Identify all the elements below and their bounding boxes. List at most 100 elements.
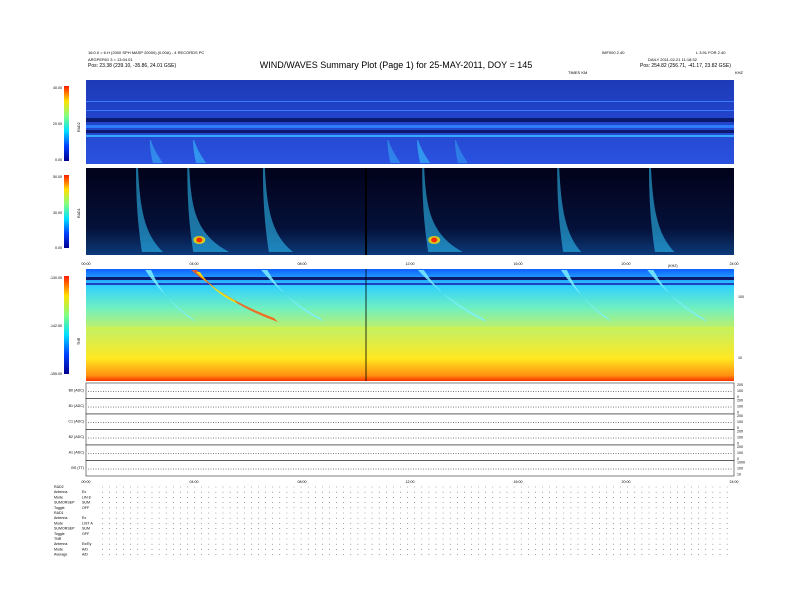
hk-tick-5-2: 10 xyxy=(737,472,741,476)
footer-key-7: Mode xyxy=(54,521,63,525)
tnr-colorbar-tick-top: -130.00 xyxy=(50,276,62,280)
footer-val-13: A/D xyxy=(82,553,88,557)
tnr-band-2 xyxy=(86,283,734,285)
hk-label-4: A1 (ADC) xyxy=(69,451,84,455)
footer-key-0: RAD2 xyxy=(54,485,64,489)
rad2-band-5 xyxy=(86,101,734,102)
hk-xtick-4: 16:00 xyxy=(514,480,523,484)
tnr-background xyxy=(86,269,734,381)
tnr-right-tick-100: 100 xyxy=(738,295,744,299)
footer-key-10: TNR xyxy=(54,537,62,541)
rad1-ylabel: RAD1 xyxy=(77,208,81,218)
hk-tick-4-1: 100 xyxy=(737,451,743,455)
hk-xtick-5: 20:00 xyxy=(622,480,631,484)
hk-xtick-3: 12:00 xyxy=(406,480,415,484)
rad1-panel xyxy=(86,168,734,255)
footer-key-5: RAD1 xyxy=(54,511,64,515)
tnr-colorbar-tick-bottom: -155.00 xyxy=(50,372,62,376)
footer-key-1: Antenna xyxy=(54,490,67,494)
hk-panel-5 xyxy=(85,460,735,477)
tnr-colorbar-tick-mid: -142.50 xyxy=(50,324,62,328)
hk-tick-1-1: 100 xyxy=(737,404,743,408)
tnr-mid-label: (KHZ) xyxy=(668,264,678,268)
footer-val-9: OFF xyxy=(82,532,90,536)
hk-panel-3 xyxy=(85,429,735,446)
hk-tick-3-1: 100 xyxy=(737,435,743,439)
hk-tick-1-0: 200 xyxy=(737,399,743,403)
rad2-band-2 xyxy=(86,125,734,128)
footer-key-11: Antenna xyxy=(54,542,67,546)
housekeeping-panels: B0 (ADC)2001000B1 (ADC)2001000C1 (ADC)20… xyxy=(68,382,745,477)
hk-tick-0-0: 200 xyxy=(737,383,743,387)
rad1-burst-peak-1 xyxy=(196,237,203,243)
rad1-colorbar-tick-top: 50.00 xyxy=(53,175,62,179)
footer-val-2: LIN 8 xyxy=(82,495,91,499)
rad1-xtick-5: 20:00 xyxy=(622,262,631,266)
footer-val-6: Ex xyxy=(82,516,86,520)
summary-plot: 40.00 20.00 0.00 50.00 30.00 0.00 -130.0… xyxy=(50,80,745,557)
hk-tick-5-1: 100 xyxy=(737,466,743,470)
rad1-background xyxy=(86,168,734,255)
rad2-ylabel: RAD2 xyxy=(77,122,81,132)
hk-xtick-1: 04:00 xyxy=(190,480,199,484)
rad2-band-1 xyxy=(86,118,734,122)
rad1-burst-peak-3 xyxy=(431,237,438,243)
rad1-colorbar xyxy=(64,175,69,248)
rad1-xtick-6: 24:00 xyxy=(730,262,739,266)
footer-key-3: SUMORSEP xyxy=(54,501,75,505)
rad1-xtick-0: 00:00 xyxy=(82,262,91,266)
footer-val-1: Ex xyxy=(82,490,86,494)
rad2-band-4 xyxy=(86,135,734,137)
footer-val-7: LIST A xyxy=(82,521,93,525)
footer-val-11: Ex/Ey xyxy=(82,542,92,546)
housekeeping-xaxis: 00:00 04:00 08:00 12:00 16:00 20:00 24:00 xyxy=(82,480,739,484)
tnr-colorbar xyxy=(64,276,69,374)
parameter-table: RAD2Antenna ExMode LIN 8SUMORSEP SUMToggle O… xyxy=(54,485,730,557)
tnr-band-3 xyxy=(86,327,734,330)
rad1-xtick-4: 16:00 xyxy=(514,262,523,266)
rad2-colorbar-tick-mid: 20.00 xyxy=(53,122,62,126)
hk-xtick-0: 00:00 xyxy=(82,480,91,484)
tnr-panel xyxy=(86,269,734,381)
tnr-ylabel: TNR xyxy=(77,337,81,345)
hk-panel-2 xyxy=(85,413,735,430)
hk-tick-2-1: 100 xyxy=(737,420,743,424)
rad2-band-6 xyxy=(86,110,734,111)
rad2-panel xyxy=(86,80,734,164)
hk-label-5: BS (TT) xyxy=(71,466,84,470)
rad1-xaxis: 00:00 04:00 08:00 12:00 16:00 20:00 24:00 xyxy=(82,262,739,266)
footer-key-12: Mode xyxy=(54,547,63,551)
hk-tick-0-1: 100 xyxy=(737,389,743,393)
tnr-right-tick-10: 10 xyxy=(738,356,742,360)
hk-xtick-6: 24:00 xyxy=(730,480,739,484)
hk-panel-1 xyxy=(85,398,735,415)
tnr-band-1 xyxy=(86,277,734,280)
footer-val-8: SUM xyxy=(82,527,90,531)
rad1-data-gap xyxy=(365,168,367,255)
rad1-colorbar-tick-bottom: 0.00 xyxy=(55,246,62,250)
footer-val-4: OFF xyxy=(82,506,90,510)
hk-label-1: B1 (ADC) xyxy=(69,404,84,408)
hk-label-0: B0 (ADC) xyxy=(69,389,84,393)
rad1-colorbar-tick-mid: 30.00 xyxy=(53,211,62,215)
footer-val-3: SUM xyxy=(82,501,90,505)
hk-tick-4-0: 200 xyxy=(737,445,743,449)
rad1-xtick-2: 08:00 xyxy=(298,262,307,266)
footer-key-6: Antenna xyxy=(54,516,67,520)
hk-label-3: B2 (ADC) xyxy=(69,435,84,439)
rad2-band-3 xyxy=(86,130,734,133)
footer-key-2: Mode xyxy=(54,495,63,499)
rad1-xtick-1: 04:00 xyxy=(190,262,199,266)
footer-key-8: SUMORSEP xyxy=(54,527,75,531)
hk-tick-5-0: 1000 xyxy=(737,461,745,465)
hk-tick-3-0: 200 xyxy=(737,430,743,434)
footer-key-9: Toggle xyxy=(54,532,65,536)
rad2-colorbar-tick-top: 40.00 xyxy=(53,86,62,90)
rad1-xtick-3: 12:00 xyxy=(406,262,415,266)
hk-panel-4 xyxy=(85,444,735,461)
footer-val-12: A/D xyxy=(82,547,88,551)
hk-xtick-2: 08:00 xyxy=(298,480,307,484)
footer-key-13: Average xyxy=(54,553,67,557)
rad2-colorbar xyxy=(64,86,69,161)
hk-label-2: C1 (ADC) xyxy=(68,420,84,424)
